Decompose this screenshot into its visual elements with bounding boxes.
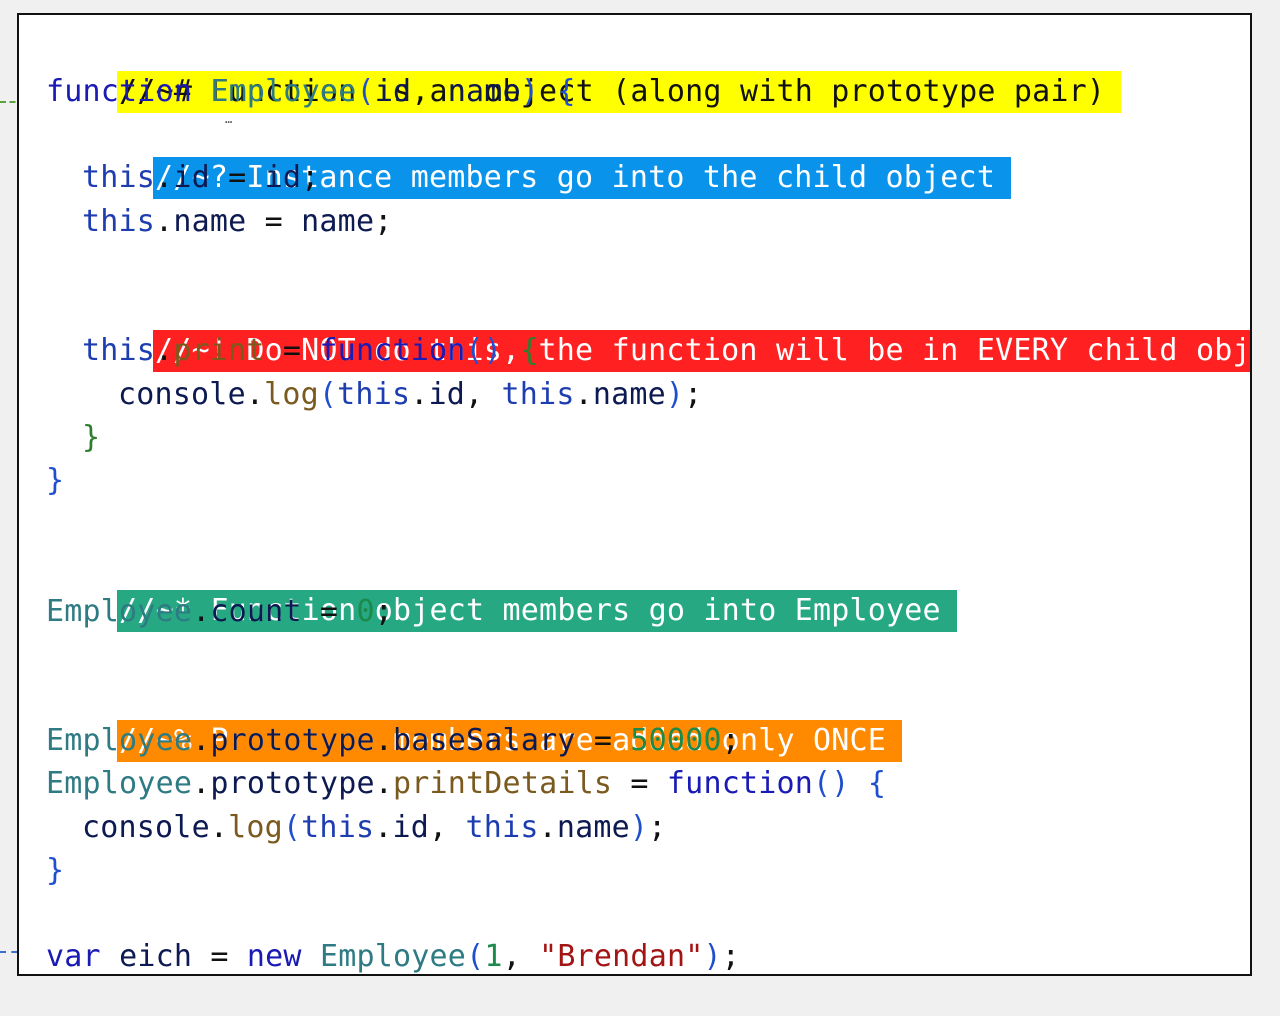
- identifier-employee: Employee: [46, 723, 193, 758]
- code-editor: //~# Function is an object (along with p…: [17, 13, 1252, 976]
- keyword-this: this: [82, 204, 156, 239]
- code-line-18: Employee.prototype.printDetails = functi…: [46, 766, 887, 801]
- code-line-22: var eich = new Employee(1, "Brendan");: [46, 939, 741, 974]
- method-printdetails: printDetails: [392, 766, 613, 801]
- method-print: print: [173, 333, 265, 368]
- keyword-new: new: [246, 939, 302, 974]
- property-name: name: [592, 377, 666, 412]
- function-name: Employee: [210, 74, 357, 109]
- code-line-11: }: [46, 463, 65, 498]
- identifier-eich: eich: [119, 939, 193, 974]
- property-prototype: prototype: [210, 766, 375, 801]
- keyword-this: this: [337, 377, 411, 412]
- param-name: name: [447, 74, 521, 109]
- identifier-name: name: [301, 204, 375, 239]
- number-one: 1: [484, 939, 503, 974]
- keyword-function: function: [319, 333, 466, 368]
- property-id: id: [428, 377, 466, 412]
- property-basesalary: baseSalary: [392, 723, 576, 758]
- keyword-function: function: [46, 74, 193, 109]
- method-log: log: [228, 810, 283, 845]
- identifier-employee: Employee: [46, 594, 193, 629]
- string-brendan: "Brendan": [539, 939, 704, 974]
- identifier-employee: Employee: [319, 939, 467, 974]
- code-line-2: function Employee(id, name) {: [46, 74, 576, 109]
- identifier-console: console: [82, 810, 210, 845]
- code-line-3: //~? Instance members go into the child …: [82, 113, 1012, 199]
- property-prototype: prototype: [210, 723, 375, 758]
- keyword-this: this: [82, 160, 156, 195]
- number-zero: 0: [356, 594, 375, 629]
- code-line-19: console.log(this.id, this.name);: [82, 810, 667, 845]
- code-line-17: Employee.prototype.baseSalary = 50000;: [46, 723, 740, 758]
- code-line-16: //~% Prototype members are added only ON…: [46, 676, 903, 762]
- keyword-this: this: [301, 810, 375, 845]
- method-log: log: [264, 377, 319, 412]
- code-line-10: }: [82, 420, 101, 455]
- property-id: id: [392, 810, 430, 845]
- code-line-9: console.log(this.id, this.name);: [118, 377, 703, 412]
- code-line-7: //~! Do NOT do this, the function will b…: [82, 286, 1250, 372]
- code-line-1: //~# Function is an object (along with p…: [46, 27, 1122, 113]
- keyword-this: this: [465, 810, 539, 845]
- code-line-5: this.name = name;: [82, 204, 393, 239]
- identifier-id: id: [264, 160, 302, 195]
- property-id: id: [173, 160, 210, 195]
- property-name: name: [556, 810, 630, 845]
- identifier-console: console: [118, 377, 246, 412]
- code-line-14: Employee.count = 0;: [46, 594, 393, 629]
- number-salary: 50000: [630, 723, 722, 758]
- code-line-13: //~* Function object members go into Emp…: [46, 546, 957, 632]
- property-name: name: [173, 204, 247, 239]
- property-count: count: [210, 594, 302, 629]
- code-line-20: }: [46, 853, 65, 888]
- keyword-function: function: [666, 766, 814, 801]
- keyword-var: var: [46, 939, 101, 974]
- code-line-4: this.id = id;: [82, 160, 320, 195]
- code-line-8: this.print = function() {: [82, 333, 539, 368]
- keyword-this: this: [501, 377, 575, 412]
- param-id: id: [374, 74, 412, 109]
- keyword-this: this: [82, 333, 156, 368]
- identifier-employee: Employee: [46, 766, 193, 801]
